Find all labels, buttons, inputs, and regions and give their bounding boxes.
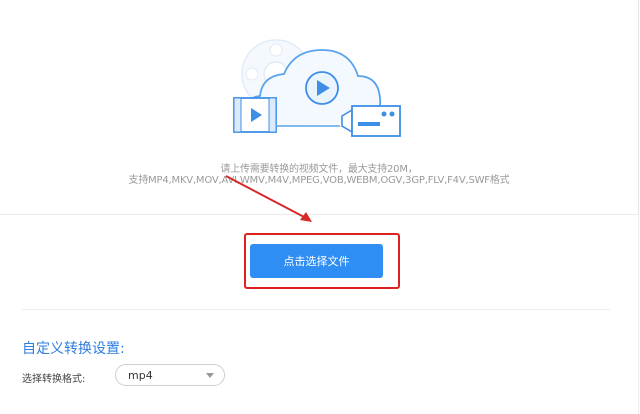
format-select[interactable]: mp4 xyxy=(115,364,225,386)
video-cloud-illustration xyxy=(233,39,401,137)
annotation-arrow-icon xyxy=(225,175,312,222)
settings-title: 自定义转换设置: xyxy=(22,341,125,357)
panel-border xyxy=(638,214,639,414)
format-select-value: mp4 xyxy=(128,369,153,382)
play-icon xyxy=(305,71,339,105)
section-divider xyxy=(22,309,610,310)
format-label: 选择转换格式: xyxy=(22,374,86,385)
video-camera-icon xyxy=(341,105,401,137)
film-strip-icon xyxy=(233,97,277,133)
chevron-down-icon xyxy=(206,373,214,378)
select-file-button[interactable]: 点击选择文件 xyxy=(250,244,383,278)
